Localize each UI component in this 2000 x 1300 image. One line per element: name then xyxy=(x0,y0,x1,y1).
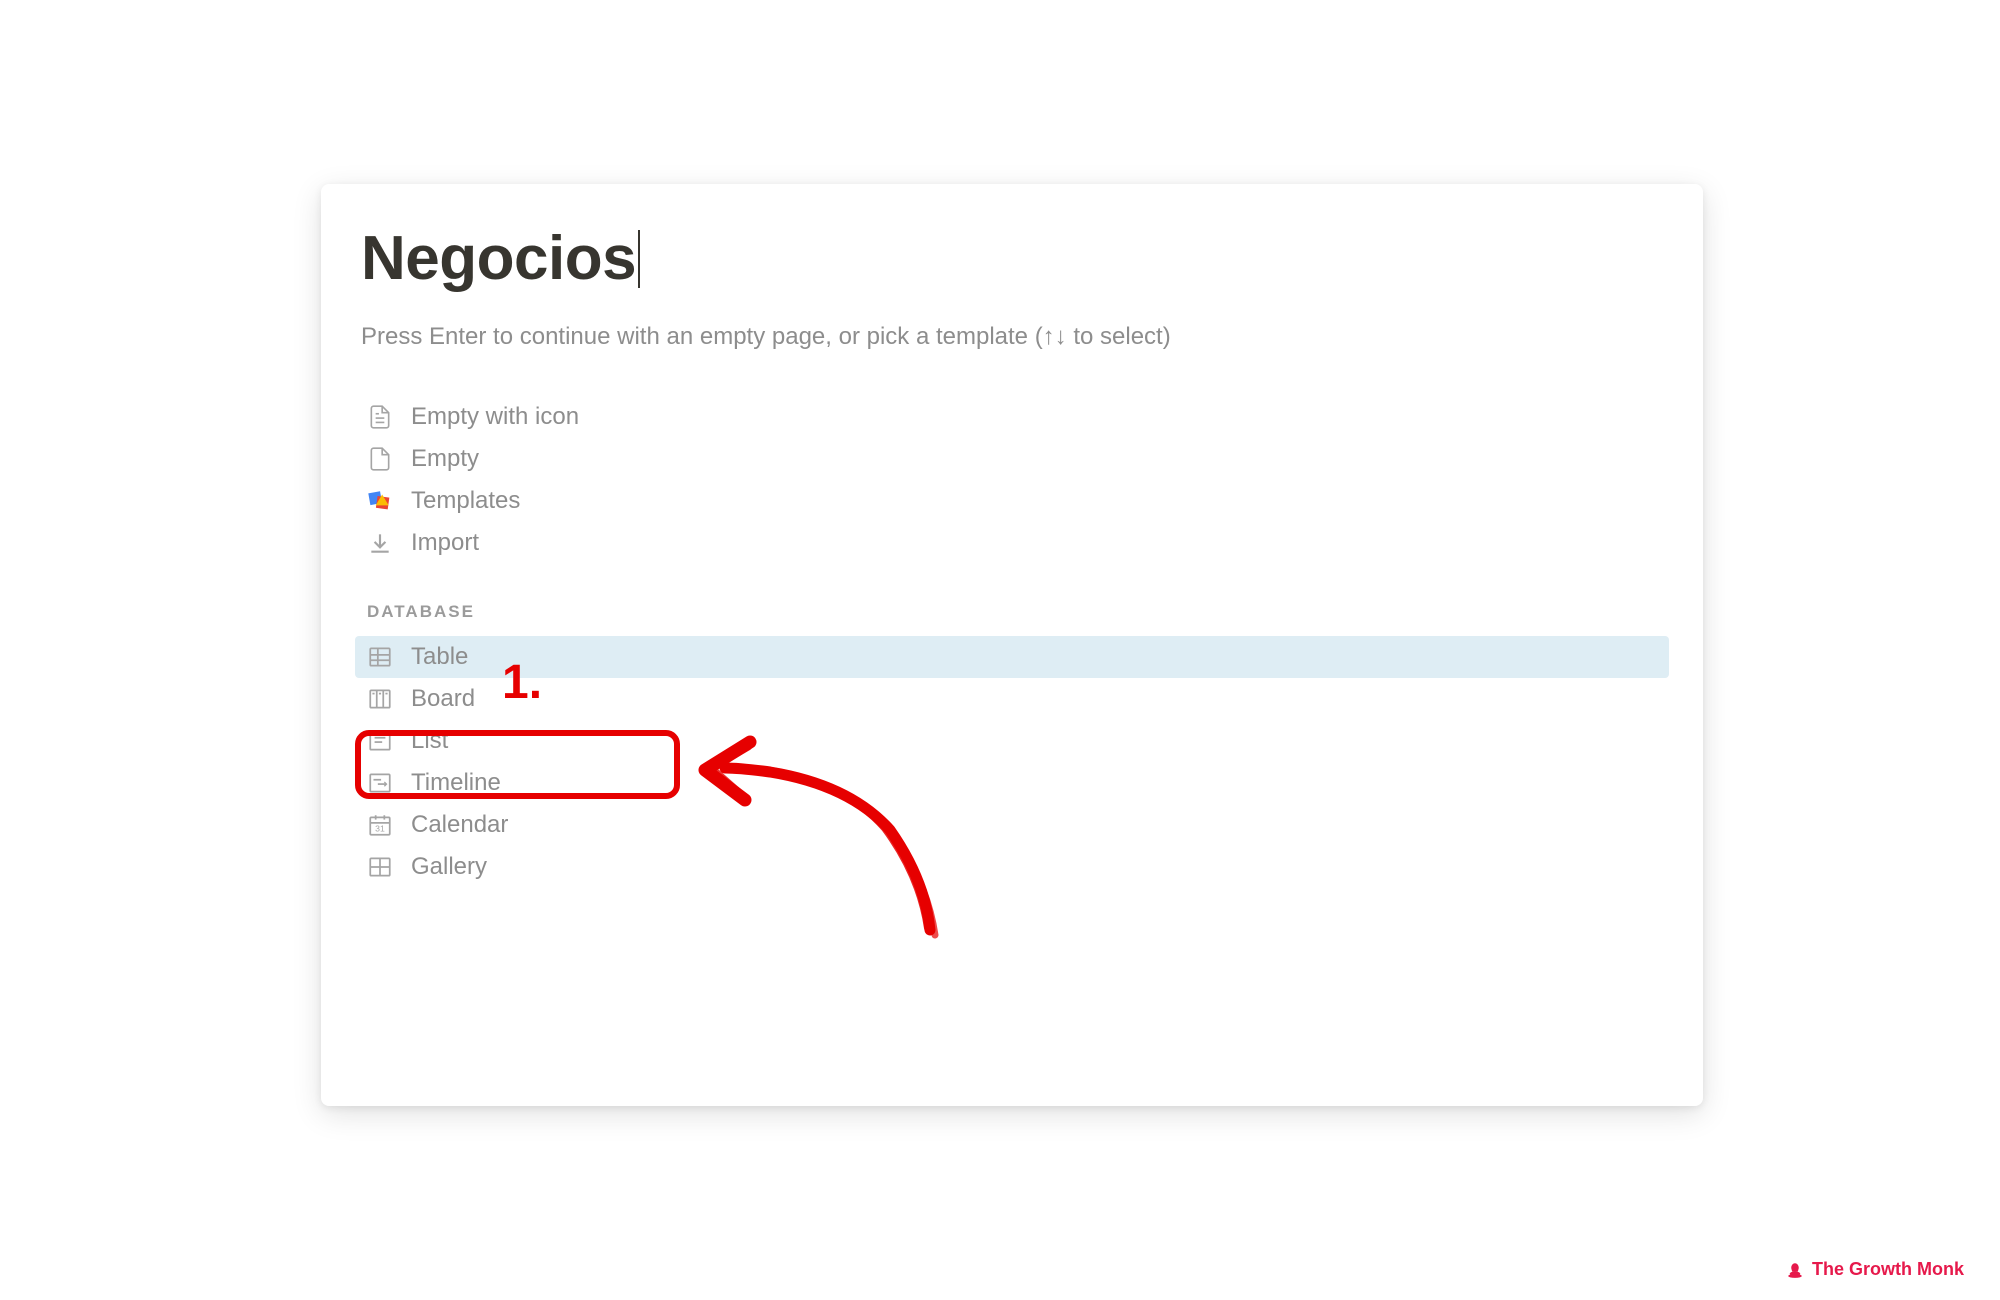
option-calendar[interactable]: 31 Calendar xyxy=(361,804,1663,846)
timeline-icon xyxy=(367,770,393,796)
option-board[interactable]: Board xyxy=(361,678,1663,720)
option-label: Gallery xyxy=(411,853,487,881)
new-page-panel: Negocios Press Enter to continue with an… xyxy=(321,184,1703,1106)
page-with-icon-icon xyxy=(367,404,393,430)
option-label: Import xyxy=(411,529,479,557)
option-empty[interactable]: Empty xyxy=(361,438,1663,480)
text-cursor xyxy=(638,230,640,288)
option-label: Calendar xyxy=(411,811,508,839)
option-empty-with-icon[interactable]: Empty with icon xyxy=(361,396,1663,438)
option-list[interactable]: List xyxy=(361,720,1663,762)
import-icon xyxy=(367,530,393,556)
option-label: Empty with icon xyxy=(411,403,579,431)
database-section-header: DATABASE xyxy=(361,602,1663,622)
template-options-list: Empty with icon Empty Templates xyxy=(361,396,1663,888)
option-table[interactable]: Table xyxy=(355,636,1669,678)
option-label: Empty xyxy=(411,445,479,473)
gallery-icon xyxy=(367,854,393,880)
option-label: List xyxy=(411,727,448,755)
list-icon xyxy=(367,728,393,754)
brand-text: The Growth Monk xyxy=(1812,1259,1964,1280)
subtitle-text: Press Enter to continue with an empty pa… xyxy=(361,323,1663,351)
option-gallery[interactable]: Gallery xyxy=(361,846,1663,888)
option-label: Board xyxy=(411,685,475,713)
templates-icon xyxy=(367,488,393,514)
brand-icon xyxy=(1786,1261,1804,1279)
footer-brand: The Growth Monk xyxy=(1786,1259,1964,1280)
page-title[interactable]: Negocios xyxy=(361,224,640,293)
svg-text:31: 31 xyxy=(375,824,385,834)
option-label: Table xyxy=(411,643,468,671)
option-label: Timeline xyxy=(411,769,501,797)
option-templates[interactable]: Templates xyxy=(361,480,1663,522)
option-timeline[interactable]: Timeline xyxy=(361,762,1663,804)
board-icon xyxy=(367,686,393,712)
calendar-icon: 31 xyxy=(367,812,393,838)
option-import[interactable]: Import xyxy=(361,522,1663,564)
table-icon xyxy=(367,644,393,670)
option-label: Templates xyxy=(411,487,520,515)
page-title-text: Negocios xyxy=(361,224,636,293)
page-icon xyxy=(367,446,393,472)
